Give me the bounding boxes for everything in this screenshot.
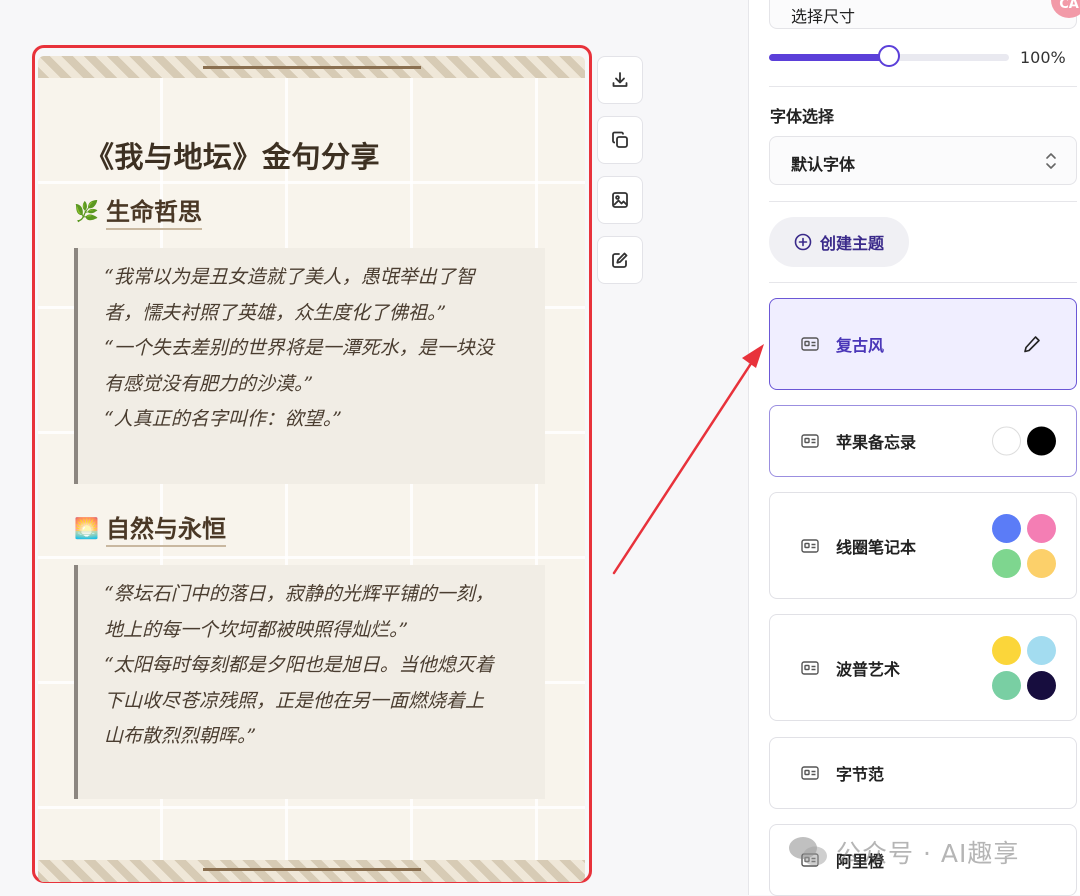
leaf-emoji-icon: 🌿 — [74, 199, 99, 223]
watermark-text: 公众号 · AI趣享 — [836, 839, 1020, 868]
theme-swatches — [992, 426, 1056, 456]
card-top-border — [38, 56, 585, 78]
section-heading-2: 🌅 自然与永恒 — [74, 509, 226, 547]
watermark: 公众号 · AI趣享 — [788, 834, 1019, 870]
quote-line: 下山收尽苍凉残照，正是他在另一面燃烧着上 — [104, 689, 485, 712]
size-select-label: 选择尺寸 — [791, 7, 856, 26]
image-icon — [612, 192, 628, 208]
export-image-button[interactable] — [597, 176, 643, 224]
theme-swatches — [992, 635, 1056, 700]
size-select[interactable]: 选择尺寸 — [769, 0, 1077, 29]
quote-line: “人真正的名字叫作：欲望。” — [104, 408, 342, 430]
quote-line: “我常以为是丑女造就了美人，愚氓举出了智 — [104, 266, 475, 288]
wechat-icon — [789, 837, 827, 866]
theme-card-bytedance[interactable]: 字节范 — [769, 737, 1077, 809]
theme-card-coil-notebook[interactable]: 线圈笔记本 — [769, 492, 1077, 599]
preview-toolbar — [597, 56, 643, 284]
font-section-label: 字体选择 — [770, 107, 835, 126]
zoom-slider-thumb[interactable] — [878, 45, 900, 67]
quote-line: 者，懦夫衬照了英雄，众生度化了佛祖。” — [104, 301, 447, 324]
color-swatch — [1027, 548, 1056, 578]
id-card-icon — [801, 766, 819, 780]
pencil-icon[interactable] — [1022, 334, 1042, 354]
card-title: 《我与地坛》金句分享 — [85, 140, 381, 174]
color-swatch — [992, 548, 1021, 578]
preview-card: 《我与地坛》金句分享 🌿 生命哲思 “我常以为是丑女造就了美人，愚氓举出了智 者… — [38, 56, 585, 882]
chevron-up-down-icon — [1046, 153, 1056, 169]
font-select-value: 默认字体 — [791, 155, 856, 174]
quote-line: 山布散烈烈朝晖。” — [104, 725, 257, 747]
plus-circle-icon — [794, 233, 812, 251]
download-icon — [612, 72, 628, 87]
id-card-icon — [801, 660, 819, 675]
color-swatch — [992, 426, 1021, 456]
section-title: 生命哲思 — [106, 192, 202, 230]
theme-name: 苹果备忘录 — [836, 433, 917, 452]
theme-name: 复古风 — [836, 336, 885, 355]
color-swatch — [1027, 513, 1056, 543]
theme-card-pop-art[interactable]: 波普艺术 — [769, 614, 1077, 721]
divider — [769, 282, 1077, 283]
color-swatch — [1027, 426, 1056, 456]
edit-button[interactable] — [597, 236, 643, 284]
theme-card-retro[interactable]: 复古风 — [769, 298, 1077, 390]
edit-icon — [612, 252, 628, 268]
theme-card-apple-notes[interactable]: 苹果备忘录 — [769, 405, 1077, 477]
quote-line: 地上的每一个坎坷都被映照得灿烂。” — [104, 618, 409, 641]
zoom-value: 100% — [1020, 48, 1066, 67]
quote-line: “祭坛石门中的落日，寂静的光辉平铺的一刻， — [104, 583, 494, 605]
copy-icon — [612, 131, 628, 148]
id-card-icon — [801, 434, 819, 448]
card-bottom-border — [38, 860, 585, 882]
theme-name: 波普艺术 — [836, 659, 901, 679]
theme-swatches — [992, 513, 1056, 578]
color-swatch — [1027, 670, 1056, 700]
theme-name: 字节范 — [836, 765, 885, 784]
download-button[interactable] — [597, 56, 643, 104]
quote-line: 有感觉没有肥力的沙漠。” — [104, 372, 314, 395]
quote-block-2: “祭坛石门中的落日，寂静的光辉平铺的一刻， 地上的每一个坎坷都被映照得灿烂。” … — [74, 565, 545, 799]
settings-panel: 选择尺寸 CA 100% 字体选择 默认字体 创建主题 复古风 苹果备忘录 线圈… — [748, 0, 1080, 896]
create-theme-label: 创建主题 — [819, 234, 884, 253]
quote-block-1: “我常以为是丑女造就了美人，愚氓举出了智 者，懦夫衬照了英雄，众生度化了佛祖。”… — [74, 248, 545, 484]
divider — [769, 86, 1077, 87]
divider — [769, 201, 1077, 202]
copy-button[interactable] — [597, 116, 643, 164]
color-swatch — [992, 513, 1021, 543]
color-swatch — [992, 635, 1021, 665]
zoom-slider[interactable] — [769, 45, 1009, 67]
quote-line: “一个失去差别的世界将是一潭死水，是一块没 — [104, 337, 494, 359]
id-card-icon — [801, 337, 819, 351]
id-card-icon — [801, 538, 819, 553]
create-theme-button[interactable]: 创建主题 — [769, 217, 909, 267]
section-heading-1: 🌿 生命哲思 — [74, 192, 202, 230]
section-title: 自然与永恒 — [106, 509, 226, 547]
color-swatch — [992, 670, 1021, 700]
zoom-slider-fill — [769, 54, 889, 61]
font-select[interactable]: 默认字体 — [769, 136, 1077, 185]
quote-line: “太阳每时每刻都是夕阳也是旭日。当他熄灭着 — [104, 654, 494, 676]
sunset-emoji-icon: 🌅 — [74, 516, 99, 540]
theme-name: 线圈笔记本 — [836, 537, 917, 557]
color-swatch — [1027, 635, 1056, 665]
